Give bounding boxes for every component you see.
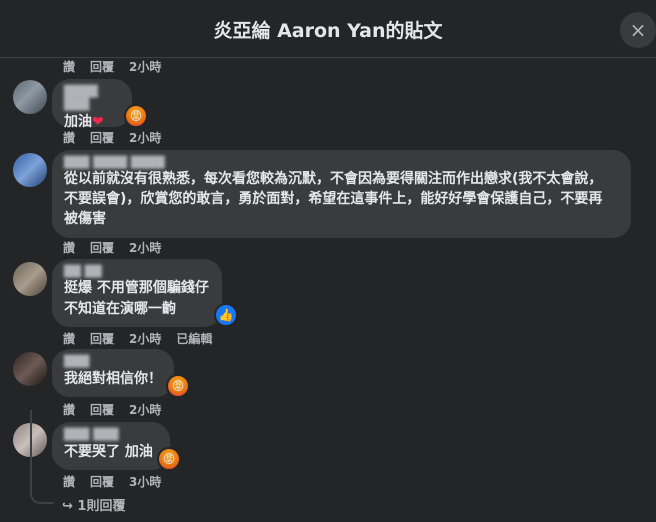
author-name[interactable]: ███ ████ ████ <box>64 156 619 169</box>
avatar[interactable] <box>13 153 47 187</box>
timestamp[interactable]: 2小時 <box>129 241 161 255</box>
angry-reaction-icon[interactable]: 😡 <box>166 374 190 398</box>
comment-actions: 讚 回覆 2小時 <box>63 129 176 146</box>
author-name[interactable]: ████ ███ <box>64 85 120 111</box>
timestamp[interactable]: 2小時 <box>129 403 161 417</box>
comment-actions: 讚 回覆 3小時 <box>63 473 176 490</box>
edited-label[interactable]: 已編輯 <box>176 332 212 346</box>
dialog-header: 炎亞綸 Aaron Yan的貼文 × <box>0 0 656 58</box>
comment-text-line: 不知道在演哪一齣 <box>64 301 176 317</box>
heart-icon: ❤ <box>92 114 104 130</box>
angry-reaction-icon[interactable]: 😡 <box>157 447 181 471</box>
close-icon[interactable]: × <box>620 12 656 48</box>
like-link[interactable]: 讚 <box>63 475 75 489</box>
comment-bubble: ███ 我絕對相信你！ <box>52 349 174 397</box>
comment-bubble: ███ ████ ████ 從以前就沒有很熟悉，每次看您較為沉默，不會因為要得關… <box>52 150 631 238</box>
comment-actions: 讚 回覆 2小時 <box>63 401 176 418</box>
like-link[interactable]: 讚 <box>63 60 75 74</box>
comment-text-line: 不要誤會)，欣賞您的敢言，勇於面對，希望在這事件上，能好好學會保護自己，不要再 <box>64 191 603 207</box>
reply-link[interactable]: 回覆 <box>90 131 114 145</box>
like-link[interactable]: 讚 <box>63 241 75 255</box>
author-name[interactable]: ███ ███ <box>64 428 158 441</box>
reply-link[interactable]: 回覆 <box>90 475 114 489</box>
angry-reaction-icon[interactable]: 😡 <box>124 104 148 128</box>
timestamp[interactable]: 3小時 <box>129 475 161 489</box>
comment-text: 我絕對相信你！ <box>64 371 162 387</box>
like-link[interactable]: 讚 <box>63 332 75 346</box>
author-name[interactable]: ███ <box>64 355 162 368</box>
reply-link[interactable]: 回覆 <box>90 332 114 346</box>
comment-bubble: ██ ██ 挺爆 不用管那個騙錢仔 不知道在演哪一齣 <box>52 259 222 327</box>
timestamp[interactable]: 2小時 <box>129 131 161 145</box>
like-reaction-icon[interactable]: 👍 <box>214 303 238 327</box>
view-replies-link[interactable]: ↪ 1則回覆 <box>62 495 125 514</box>
comment-text-line: 從以前就沒有很熟悉，每次看您較為沉默，不會因為要得關注而作出戀求(我不太會說， <box>64 171 603 187</box>
like-link[interactable]: 讚 <box>63 403 75 417</box>
avatar[interactable] <box>13 352 47 386</box>
comment-bubble: ███ ███ 不要哭了 加油 <box>52 422 170 470</box>
author-name[interactable]: ██ ██ <box>64 265 210 278</box>
reply-thread-line <box>30 410 54 504</box>
like-link[interactable]: 讚 <box>63 131 75 145</box>
comment-text-content: 加油 <box>64 114 92 130</box>
reply-link[interactable]: 回覆 <box>90 403 114 417</box>
comment-text: 不要哭了 加油 <box>64 444 153 460</box>
comment-actions: 讚 回覆 2小時 已編輯 <box>63 330 227 347</box>
comment-text-line: 挺爆 不用管那個騙錢仔 <box>64 280 209 296</box>
timestamp[interactable]: 2小時 <box>129 332 161 346</box>
reply-link[interactable]: 回覆 <box>90 241 114 255</box>
post-title: 炎亞綸 Aaron Yan的貼文 <box>213 20 443 42</box>
comment-bubble: ████ ███ 加油❤ <box>52 79 132 130</box>
avatar[interactable] <box>13 262 47 296</box>
avatar[interactable] <box>13 80 47 114</box>
comment-actions: 讚 回覆 2小時 <box>63 239 176 256</box>
comment-text-line: 被傷害 <box>64 211 106 227</box>
reply-link[interactable]: 回覆 <box>90 60 114 74</box>
timestamp[interactable]: 2小時 <box>129 60 161 74</box>
comment-actions-top: 讚 回覆 2小時 <box>63 58 176 75</box>
